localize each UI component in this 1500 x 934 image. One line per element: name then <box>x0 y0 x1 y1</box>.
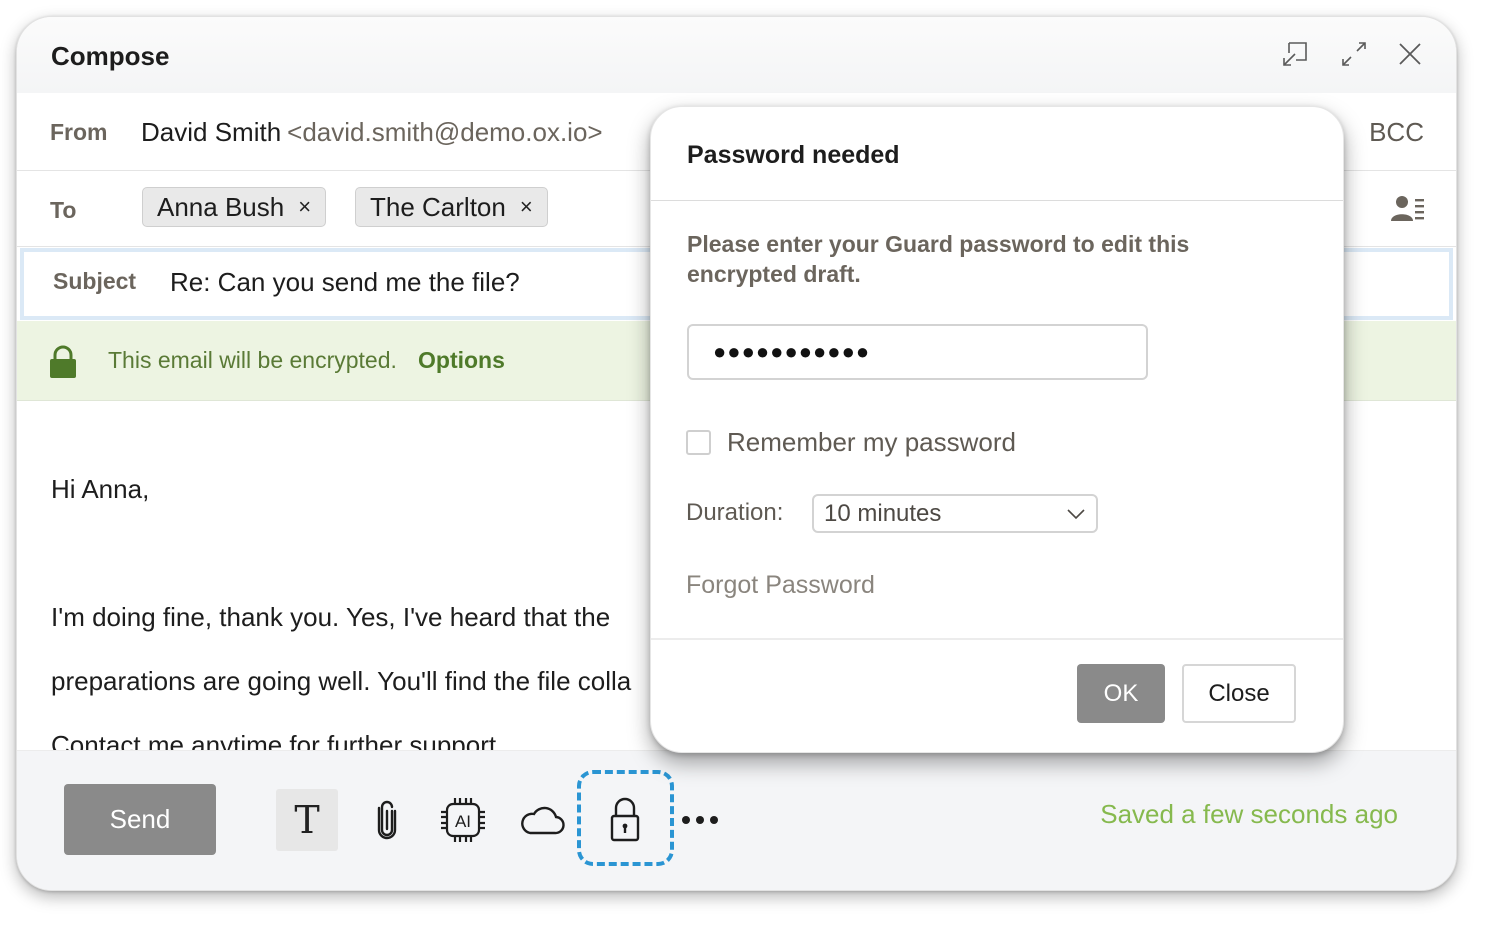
recipient-name: The Carlton <box>370 191 506 222</box>
compose-footer: Send T AI Saved a few seconds ago <box>17 750 1456 890</box>
duration-label: Duration: <box>686 499 784 526</box>
paperclip-icon <box>377 800 397 840</box>
from-sender[interactable]: David Smith <david.smith@demo.ox.io> <box>141 117 603 148</box>
ai-chip-icon: AI <box>441 798 485 842</box>
duration-select[interactable]: 10 minutes <box>812 494 1098 533</box>
encryption-options-link[interactable]: Options <box>418 347 505 374</box>
close-window-button[interactable] <box>1393 37 1427 71</box>
recipient-chip[interactable]: The Carlton × <box>355 187 548 227</box>
remember-password-label: Remember my password <box>727 427 1016 457</box>
recipient-name: Anna Bush <box>157 191 285 222</box>
text-format-button[interactable]: T <box>276 789 338 851</box>
ok-button[interactable]: OK <box>1077 664 1165 723</box>
popout-button[interactable] <box>1278 37 1312 71</box>
close-icon <box>1399 43 1421 65</box>
ai-chip-label: AI <box>455 812 471 831</box>
maximize-icon <box>1342 42 1366 66</box>
close-button[interactable]: Close <box>1182 664 1296 723</box>
password-dialog: Password needed Please enter your Guard … <box>650 106 1344 753</box>
ai-button[interactable]: AI <box>437 789 489 851</box>
body-line: I'm doing fine, thank you. Yes, I've hea… <box>51 602 611 632</box>
body-line: preparations are going well. You'll find… <box>51 666 632 696</box>
remove-recipient-icon[interactable]: × <box>520 194 533 220</box>
restore-window-icon <box>1283 42 1307 66</box>
to-label: To <box>50 197 77 223</box>
title-bar: Compose <box>17 17 1456 93</box>
chevron-down-icon <box>1067 508 1085 519</box>
duration-value: 10 minutes <box>824 499 942 527</box>
attach-button[interactable] <box>373 789 403 851</box>
dialog-description: Please enter your Guard password to edit… <box>687 231 1190 287</box>
bcc-button[interactable]: BCC <box>1369 117 1424 148</box>
recipient-chip[interactable]: Anna Bush × <box>142 187 327 227</box>
address-book-icon[interactable] <box>1390 193 1426 225</box>
subject-input[interactable]: Re: Can you send me the file? <box>170 267 520 298</box>
send-button[interactable]: Send <box>64 784 216 855</box>
lock-icon <box>50 345 76 378</box>
sender-email: <david.smith@demo.ox.io> <box>287 117 603 147</box>
lock-icon <box>610 797 640 842</box>
cloud-icon <box>521 806 565 835</box>
encryption-message: This email will be encrypted. <box>108 347 397 373</box>
message-body[interactable]: Hi Anna, I'm doing fine, thank you. Yes,… <box>51 441 651 793</box>
divider <box>651 200 1343 201</box>
maximize-button[interactable] <box>1337 37 1371 71</box>
sender-name: David Smith <box>141 117 282 147</box>
remove-recipient-icon[interactable]: × <box>298 194 311 220</box>
more-icon <box>682 816 718 824</box>
save-status: Saved a few seconds ago <box>1100 799 1398 829</box>
from-label: From <box>50 119 108 145</box>
encrypt-button[interactable] <box>607 789 643 851</box>
text-format-icon: T <box>294 798 320 842</box>
subject-label: Subject <box>53 268 137 294</box>
remember-password-checkbox[interactable] <box>686 430 711 455</box>
remember-password-toggle[interactable]: Remember my password <box>686 427 1016 458</box>
divider <box>651 638 1343 640</box>
forgot-password-link[interactable]: Forgot Password <box>686 571 875 600</box>
cloud-attach-button[interactable] <box>518 789 566 851</box>
password-input[interactable]: ●●●●●●●●●●● <box>687 324 1148 380</box>
more-options-button[interactable] <box>681 789 719 851</box>
body-line <box>51 537 651 569</box>
window-title: Compose <box>51 41 170 71</box>
body-line: Hi Anna, <box>51 474 150 504</box>
dialog-title: Password needed <box>687 141 900 169</box>
